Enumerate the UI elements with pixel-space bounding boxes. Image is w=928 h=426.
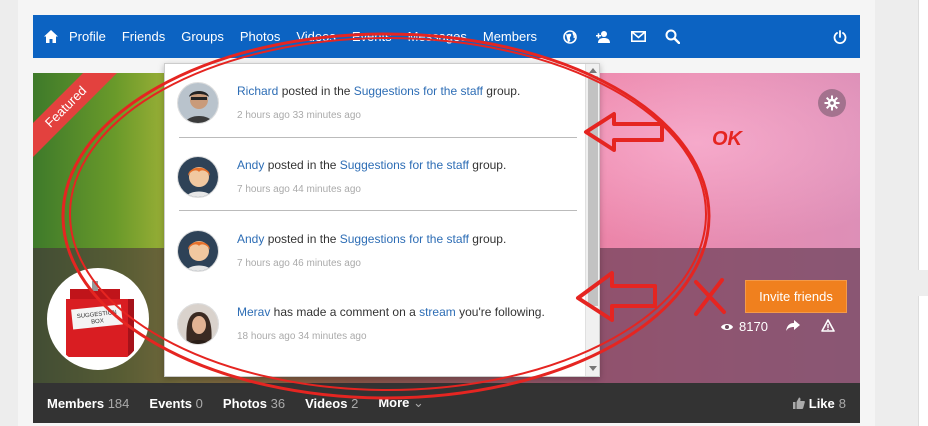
scroll-up-arrow-icon[interactable] (589, 68, 597, 73)
notification-target-link[interactable]: stream (419, 305, 456, 319)
nav-videos[interactable]: Videos (296, 29, 336, 44)
notifications-dropdown: Richard posted in the Suggestions for th… (164, 63, 600, 377)
suggestion-box-icon: SUGGESTION BOX (50, 271, 146, 367)
warning-icon[interactable] (821, 319, 835, 337)
home-icon[interactable] (33, 15, 69, 58)
invite-friends-button[interactable]: Invite friends (745, 280, 847, 313)
avatar-andy (177, 230, 219, 272)
annotation-ok-label: OK (712, 128, 742, 150)
power-icon[interactable] (826, 15, 854, 58)
thumbs-up-icon (792, 397, 805, 409)
chevron-down-icon: ⌄ (413, 395, 424, 410)
divider (179, 210, 577, 211)
notification-time: 7 hours ago 44 minutes ago (237, 184, 361, 195)
notification-item[interactable]: Andy posted in the Suggestions for the s… (165, 212, 585, 285)
avatar-richard (177, 82, 219, 124)
nav-photos[interactable]: Photos (240, 29, 280, 44)
user-add-icon[interactable] (587, 15, 621, 58)
notification-item[interactable]: Andy posted in the Suggestions for the s… (165, 138, 585, 211)
share-icon[interactable] (786, 319, 800, 337)
notification-item[interactable]: Richard posted in the Suggestions for th… (165, 64, 585, 137)
scroll-down-arrow-icon[interactable] (589, 366, 597, 371)
notification-actor-link[interactable]: Andy (237, 232, 264, 246)
right-sidebar-panel-lower (918, 296, 928, 426)
dropdown-scrollbar[interactable] (585, 64, 599, 376)
group-subnav: Members 184 Events 0 Photos 36 Videos 2 … (33, 383, 860, 423)
nav-members[interactable]: Members (483, 29, 537, 44)
right-sidebar-panel (918, 0, 928, 270)
notification-actor-link[interactable]: Richard (237, 84, 278, 98)
globe-icon[interactable] (553, 15, 587, 58)
notification-item[interactable]: Merav has made a comment on a stream you… (165, 285, 585, 358)
featured-ribbon: Featured (33, 73, 121, 162)
nav-friends[interactable]: Friends (122, 29, 165, 44)
nav-messages[interactable]: Messages (408, 29, 467, 44)
notification-time: 2 hours ago 33 minutes ago (237, 110, 361, 121)
views-counter: 8170 (720, 319, 768, 334)
envelope-icon[interactable] (621, 15, 655, 58)
like-button[interactable]: Like 8 (792, 383, 846, 423)
subnav-events[interactable]: Events 0 (149, 396, 203, 411)
subnav-members[interactable]: Members 184 (47, 396, 129, 411)
notification-target-link[interactable]: Suggestions for the staff (340, 232, 469, 246)
gear-icon[interactable] (818, 89, 846, 117)
notification-target-link[interactable]: Suggestions for the staff (340, 158, 469, 172)
notification-time: 7 hours ago 46 minutes ago (237, 258, 361, 269)
group-avatar[interactable]: SUGGESTION BOX (47, 268, 149, 370)
avatar-andy (177, 156, 219, 198)
subnav-photos[interactable]: Photos 36 (223, 396, 285, 411)
search-icon[interactable] (655, 15, 689, 58)
notification-actor-link[interactable]: Merav (237, 305, 270, 319)
notification-actor-link[interactable]: Andy (237, 158, 264, 172)
subnav-more[interactable]: More ⌄ (378, 395, 424, 411)
eye-icon (721, 323, 733, 330)
subnav-videos[interactable]: Videos 2 (305, 396, 358, 411)
notification-time: 18 hours ago 34 minutes ago (237, 331, 367, 342)
nav-profile[interactable]: Profile (69, 29, 106, 44)
top-navbar: Profile Friends Groups Photos Videos Eve… (33, 15, 860, 58)
avatar-merav (177, 303, 219, 345)
nav-events[interactable]: Events (352, 29, 392, 44)
notification-target-link[interactable]: Suggestions for the staff (354, 84, 483, 98)
nav-groups[interactable]: Groups (181, 29, 224, 44)
scroll-thumb[interactable] (588, 76, 598, 306)
views-count: 8170 (739, 319, 768, 334)
